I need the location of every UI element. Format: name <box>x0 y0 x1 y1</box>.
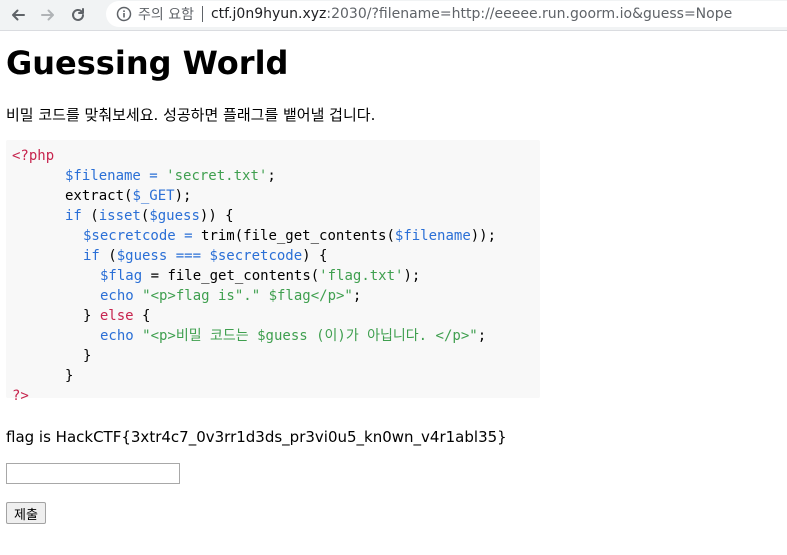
intro-text: 비밀 코드를 맞춰보세요. 성공하면 플래그를 뱉어낼 겁니다. <box>6 106 376 124</box>
code-var: $secretcode <box>209 248 303 264</box>
code-line-6: $flag = file_get_contents('flag.txt'); <box>100 266 420 286</box>
code-op: === <box>167 248 210 264</box>
code-string: 'secret.txt' <box>166 168 268 184</box>
code-punct: } <box>83 308 100 324</box>
code-op: = <box>175 228 202 244</box>
code-punct: { <box>133 308 151 324</box>
submit-button[interactable]: 제출 <box>6 502 46 524</box>
browser-toolbar: 주의 요함 ctf.j0n9hyun.xyz:2030/?filename=ht… <box>0 0 787 31</box>
back-button[interactable] <box>6 3 30 27</box>
code-keyword: echo <box>100 288 134 304</box>
code-fn: file_get_contents( <box>167 268 320 284</box>
code-op: = <box>142 268 168 284</box>
code-punct: ; <box>352 288 362 304</box>
page-title: Guessing World <box>6 44 289 82</box>
code-keyword: if <box>65 208 82 224</box>
code-line-2: extract($_GET); <box>65 186 191 206</box>
code-fn: extract( <box>65 188 133 204</box>
code-var: $filename <box>394 228 471 244</box>
code-line-8: } else { <box>83 306 150 326</box>
code-string: "<p>비밀 코드는 $guess (이)가 아닙니다. </p>" <box>133 328 478 344</box>
code-op: = <box>140 168 167 184</box>
code-var: $flag <box>100 268 143 284</box>
code-var: $filename <box>65 168 141 184</box>
guess-input[interactable] <box>6 463 180 484</box>
code-line-9: echo "<p>비밀 코드는 $guess (이)가 아닙니다. </p>"; <box>100 326 486 346</box>
code-line-open: <?php <box>12 146 54 166</box>
info-icon[interactable] <box>116 6 132 22</box>
php-open-tag: <?php <box>12 148 55 164</box>
code-punct: ; <box>477 328 487 344</box>
code-var: $_GET <box>132 188 175 204</box>
code-punct: ); <box>403 268 421 284</box>
url-path: :2030/?filename=http://eeeee.run.goorm.i… <box>326 6 733 22</box>
address-bar[interactable]: 주의 요함 ctf.j0n9hyun.xyz:2030/?filename=ht… <box>106 1 787 27</box>
source-code-block: <?php $filename = 'secret.txt'; extract(… <box>6 140 540 404</box>
code-string: "<p>flag is"." $flag</p>" <box>133 288 353 304</box>
php-close-tag: ?> <box>12 388 29 404</box>
code-fn: isset <box>98 208 141 224</box>
forward-arrow-icon <box>41 9 54 21</box>
code-var: $guess <box>149 208 200 224</box>
code-line-7: echo "<p>flag is"." $flag</p>"; <box>100 286 361 306</box>
code-keyword: if <box>83 248 100 264</box>
code-punct: )) { <box>199 208 234 224</box>
code-line-11: } <box>65 366 73 386</box>
url-host: ctf.j0n9hyun.xyz <box>210 6 327 22</box>
flag-output: flag is HackCTF{3xtr4c7_0v3rr1d3ds_pr3vi… <box>6 428 507 446</box>
reload-button[interactable] <box>66 3 90 27</box>
code-fn: trim(file_get_contents( <box>201 228 395 244</box>
code-punct: ); <box>174 188 192 204</box>
code-line-1: $filename = 'secret.txt'; <box>65 166 276 186</box>
code-keyword: else <box>99 308 134 324</box>
code-line-5: if ($guess === $secretcode) { <box>83 246 327 266</box>
code-line-close: ?> <box>12 386 29 406</box>
back-arrow-icon <box>12 9 25 21</box>
forward-button[interactable] <box>36 3 60 27</box>
security-warning-label[interactable]: 주의 요함 <box>138 4 194 24</box>
code-keyword: echo <box>100 328 134 344</box>
code-line-10: } <box>83 346 91 366</box>
code-punct: } <box>83 348 92 364</box>
address-divider <box>201 6 203 22</box>
reload-icon <box>72 8 84 21</box>
code-var: $guess <box>116 248 168 264</box>
code-line-3: if (isset($guess)) { <box>65 206 234 226</box>
code-punct: ) { <box>302 248 328 264</box>
code-punct: ( <box>99 248 117 264</box>
code-punct: )); <box>470 228 497 244</box>
code-punct: ; <box>267 168 276 184</box>
code-punct: } <box>65 368 74 384</box>
code-string: 'flag.txt' <box>319 268 404 284</box>
code-line-4: $secretcode = trim(file_get_contents($fi… <box>83 226 496 246</box>
code-punct: ( <box>81 208 99 224</box>
code-var: $secretcode <box>83 228 176 244</box>
